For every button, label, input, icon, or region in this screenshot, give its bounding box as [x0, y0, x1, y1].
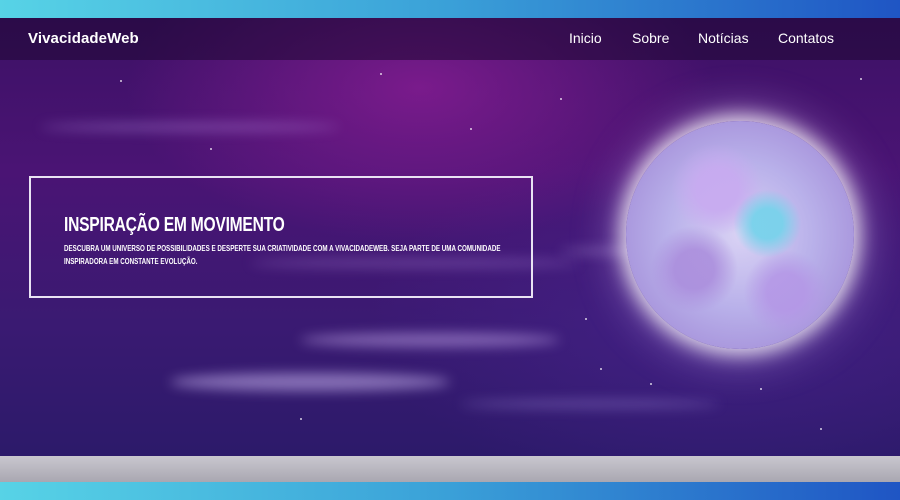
hero-description: Descubra um universo de possibilidades e… — [64, 244, 501, 266]
star — [600, 368, 602, 370]
star — [380, 73, 382, 75]
nav-item-sobre[interactable]: Sobre — [632, 30, 669, 46]
hero-title: Inspiração em movimento — [64, 214, 285, 236]
footer-strip — [0, 456, 900, 482]
light-streak — [460, 400, 720, 408]
star — [120, 80, 122, 82]
star — [560, 98, 562, 100]
top-gradient-bar — [0, 0, 900, 18]
moon-image — [626, 121, 854, 349]
star — [300, 418, 302, 420]
nav-item-inicio[interactable]: Inicio — [569, 30, 602, 46]
nav-item-noticias[interactable]: Notícias — [698, 30, 749, 46]
light-streak — [300, 333, 560, 347]
nav-item-contatos[interactable]: Contatos — [778, 30, 834, 46]
nav-links: Inicio Sobre Notícias Contatos — [0, 30, 900, 50]
star — [650, 383, 652, 385]
hero-text-box: Inspiração em movimento Descubra um univ… — [29, 176, 533, 298]
star — [760, 388, 762, 390]
star — [860, 78, 862, 80]
light-streak — [40, 123, 340, 131]
star — [820, 428, 822, 430]
star — [585, 318, 587, 320]
hero-section: VivacidadeWeb Inicio Sobre Notícias Cont… — [0, 18, 900, 456]
light-streak — [170, 373, 450, 391]
navbar: VivacidadeWeb Inicio Sobre Notícias Cont… — [0, 18, 900, 60]
star — [210, 148, 212, 150]
bottom-gradient-bar — [0, 482, 900, 500]
star — [470, 128, 472, 130]
